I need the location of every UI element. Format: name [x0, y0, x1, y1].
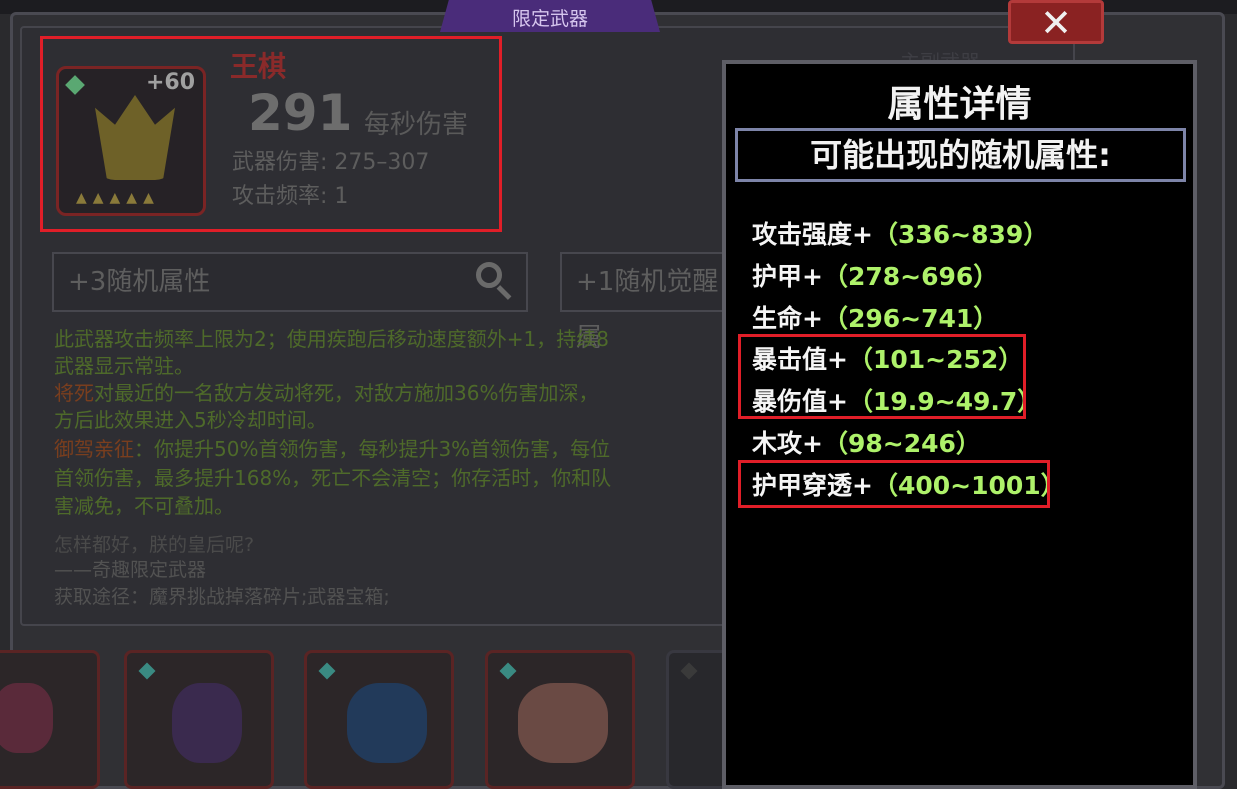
stat-name: 护甲+: [752, 262, 823, 291]
flavor-quote: 怎样都好，朕的皇后呢?: [54, 534, 255, 556]
weapon-slot-3[interactable]: [304, 650, 454, 789]
weapon-slot-art: [347, 683, 427, 763]
crit-stats-highlight: [738, 334, 1026, 419]
stat-range: （296~741）: [822, 304, 999, 333]
star-rating-icon: ▲▲▲▲▲: [76, 190, 160, 206]
slot-gem-icon: [138, 662, 156, 680]
stat-wood-attack: 木攻+（98~246）: [752, 424, 981, 460]
acquisition-source: 获取途径：魔界挑战掉落碎片;武器宝箱;: [54, 586, 390, 608]
description-line-7: 害减免，不可叠加。: [54, 494, 234, 518]
stat-armor: 护甲+（278~696）: [752, 257, 998, 293]
skill-1-name: 将死: [54, 381, 94, 405]
stat-range: （98~246）: [822, 429, 981, 458]
slot-gem-icon: [499, 662, 517, 680]
weapon-dps-label: 每秒伤害: [364, 110, 469, 140]
description-line-2: 武器显示常驻。: [54, 354, 194, 378]
weapon-attack-rate: 攻击频率: 1: [232, 184, 349, 209]
weapon-slot-art: [172, 683, 242, 763]
weapon-name: 王棋: [230, 50, 287, 83]
magnifier-icon[interactable]: [476, 262, 502, 288]
slot-gem-icon: [680, 662, 698, 680]
skill-2-text: ：你提升50%首领伤害，每秒提升3%首领伤害，每位: [134, 437, 611, 461]
weapon-dps: 291: [248, 84, 353, 142]
skill-2: 御驾亲征：你提升50%首领伤害，每秒提升3%首领伤害，每位: [54, 436, 610, 463]
description-line-1: 此武器攻击频率上限为2；使用疾跑后移动速度额外+1，持续8: [54, 327, 609, 351]
armor-penetration-highlight: [738, 460, 1050, 508]
weapon-level-bonus: +60: [146, 70, 196, 95]
random-attribute-label: +3随机属性: [68, 267, 211, 297]
stat-range: （278~696）: [822, 262, 999, 291]
stat-name: 木攻+: [752, 429, 823, 458]
stat-attack-power: 攻击强度+（336~839）: [752, 215, 1048, 251]
tooltip-title: 属性详情: [887, 84, 1032, 125]
description-line-6: 首领伤害，最多提升168%，死亡不会清空；你存活时，你和队: [54, 466, 612, 490]
limited-weapon-tag-label: 限定武器: [511, 8, 588, 30]
stat-health: 生命+（296~741）: [752, 299, 998, 335]
weapon-slot-4[interactable]: [485, 650, 635, 789]
skill-1: 将死对最近的一名敌方发动将死，对敌方施加36%伤害加深，: [54, 380, 598, 407]
stat-name: 生命+: [752, 304, 823, 333]
tooltip-subtitle: 可能出现的随机属性:: [735, 128, 1186, 182]
close-icon[interactable]: ✕: [1040, 1, 1072, 45]
weapon-slot-art: [0, 683, 53, 753]
weapon-slot-1[interactable]: [0, 650, 100, 789]
awaken-attribute-box[interactable]: +1随机觉醒属: [560, 252, 740, 353]
weapon-slot-2[interactable]: [124, 650, 274, 789]
slot-gem-icon: [318, 662, 336, 680]
skill-2-name: 御驾亲征: [54, 437, 134, 461]
skill-1-text: 对最近的一名敌方发动将死，对敌方施加36%伤害加深，: [94, 381, 599, 405]
stat-name: 攻击强度+: [752, 220, 873, 249]
weapon-slot-art: [518, 683, 608, 763]
stat-range: （336~839）: [872, 220, 1049, 249]
close-button[interactable]: ✕: [1008, 0, 1104, 44]
description-line-4: 方后此效果进入5秒冷却时间。: [54, 408, 327, 432]
weapon-damage: 武器伤害: 275–307: [232, 150, 430, 175]
random-attribute-box[interactable]: +3随机属性: [52, 252, 528, 312]
flavor-attribution: ——奇趣限定武器: [54, 559, 207, 581]
